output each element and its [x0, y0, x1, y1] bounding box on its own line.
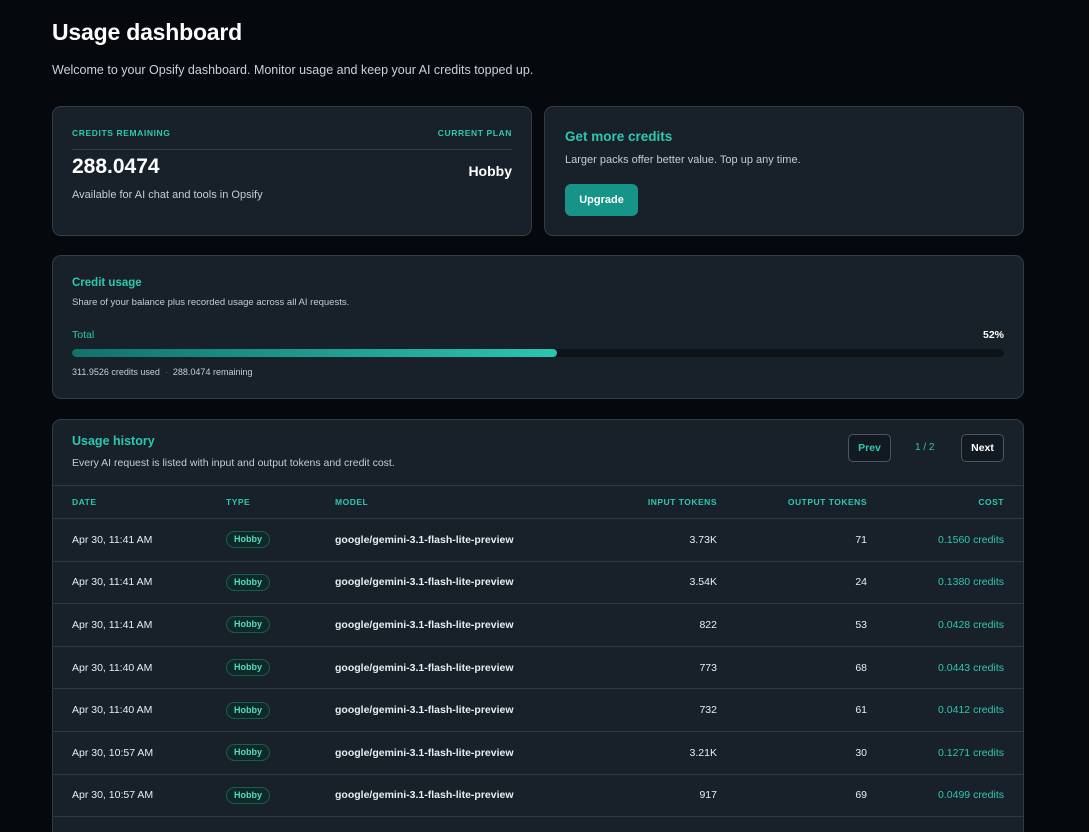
row-cost: 0.0412 credits	[867, 688, 1023, 732]
row-date: Apr 30, 11:40 AM	[53, 688, 226, 732]
upgrade-button[interactable]: Upgrade	[565, 184, 638, 216]
row-model: google/gemini-3.1-flash-lite-preview	[335, 774, 565, 818]
column-header-input-tokens: INPUT TOKENS	[565, 485, 717, 519]
row-output-tokens: 68	[717, 646, 867, 690]
row-type: Hobby	[226, 561, 335, 605]
usage-history-description: Every AI request is listed with input an…	[72, 457, 395, 469]
page-subtitle: Welcome to your Opsify dashboard. Monito…	[52, 63, 534, 77]
usage-progress-fill	[72, 349, 557, 357]
usage-history-title: Usage history	[72, 434, 155, 448]
table-body: Apr 30, 11:41 AM Hobby google/gemini-3.1-f…	[53, 518, 1023, 818]
row-output-tokens: 30	[717, 731, 867, 775]
usage-history-table: DATE TYPE MODEL INPUT TOKENS OUTPUT TOKE…	[53, 485, 1023, 818]
row-output-tokens: 61	[717, 688, 867, 732]
row-model: google/gemini-3.1-flash-lite-preview	[335, 561, 565, 605]
row-type: Hobby	[226, 603, 335, 647]
row-model: google/gemini-3.1-flash-lite-preview	[335, 518, 565, 562]
row-input-tokens: 3.21K	[565, 731, 717, 775]
row-output-tokens: 71	[717, 518, 867, 562]
plan-badge: Hobby	[226, 616, 270, 634]
card-divider	[72, 149, 512, 150]
row-date: Apr 30, 11:41 AM	[53, 603, 226, 647]
plan-badge: Hobby	[226, 659, 270, 677]
row-cost: 0.0499 credits	[867, 774, 1023, 818]
credits-remaining-card: CREDITS REMAINING CURRENT PLAN 288.0474 …	[52, 106, 532, 236]
row-type: Hobby	[226, 731, 335, 775]
credit-usage-description: Share of your balance plus recorded usag…	[72, 297, 350, 308]
plan-badge: Hobby	[226, 786, 270, 804]
table-row: Apr 30, 11:40 AM Hobby google/gemini-3.1-f…	[53, 646, 1023, 690]
prev-page-button[interactable]: Prev	[848, 434, 891, 462]
row-model: google/gemini-3.1-flash-lite-preview	[335, 688, 565, 732]
table-row: Apr 30, 11:41 AM Hobby google/gemini-3.1-f…	[53, 518, 1023, 562]
get-more-credits-title: Get more credits	[565, 129, 673, 144]
get-more-credits-card: Get more credits Larger packs offer bett…	[544, 106, 1024, 236]
usage-stats: 311.9526 credits used · 288.0474 remaining	[72, 367, 252, 377]
usage-history-card: Usage history Every AI request is listed…	[52, 419, 1024, 832]
row-model: google/gemini-3.1-flash-lite-preview	[335, 731, 565, 775]
stats-separator: ·	[164, 367, 168, 377]
credit-usage-card: Credit usage Share of your balance plus …	[52, 255, 1024, 399]
usage-total-label: Total	[72, 329, 95, 341]
plan-badge: Hobby	[226, 701, 270, 719]
row-cost: 0.0443 credits	[867, 646, 1023, 690]
credits-remaining-text: 288.0474 remaining	[172, 367, 253, 377]
row-date: Apr 30, 11:41 AM	[53, 518, 226, 562]
column-header-cost: COST	[867, 485, 1023, 519]
row-output-tokens: 69	[717, 774, 867, 818]
row-output-tokens: 53	[717, 603, 867, 647]
row-input-tokens: 773	[565, 646, 717, 690]
row-cost: 0.1380 credits	[867, 561, 1023, 605]
row-type: Hobby	[226, 688, 335, 732]
row-model: google/gemini-3.1-flash-lite-preview	[335, 646, 565, 690]
table-header-row: DATE TYPE MODEL INPUT TOKENS OUTPUT TOKE…	[53, 485, 1023, 519]
plan-badge: Hobby	[226, 531, 270, 549]
row-input-tokens: 822	[565, 603, 717, 647]
current-plan-label: CURRENT PLAN	[437, 128, 512, 138]
row-type: Hobby	[226, 646, 335, 690]
row-cost: 0.0428 credits	[867, 603, 1023, 647]
row-cost: 0.1271 credits	[867, 731, 1023, 775]
table-row: Apr 30, 11:40 AM Hobby google/gemini-3.1-f…	[53, 688, 1023, 732]
row-date: Apr 30, 11:40 AM	[53, 646, 226, 690]
credit-usage-title: Credit usage	[72, 277, 142, 289]
column-header-output-tokens: OUTPUT TOKENS	[717, 485, 867, 519]
table-row: Apr 30, 10:57 AM Hobby google/gemini-3.1-f…	[53, 774, 1023, 818]
page-title: Usage dashboard	[52, 19, 242, 45]
table-row: Apr 30, 11:41 AM Hobby google/gemini-3.1-f…	[53, 561, 1023, 605]
column-header-date: DATE	[53, 485, 226, 519]
row-date: Apr 30, 10:57 AM	[53, 731, 226, 775]
credits-remaining-value: 288.0474	[72, 155, 160, 178]
credits-used-text: 311.9526 credits used	[72, 367, 160, 377]
row-model: google/gemini-3.1-flash-lite-preview	[335, 603, 565, 647]
usage-percent: 52%	[982, 329, 1004, 341]
credits-remaining-label: CREDITS REMAINING	[72, 128, 171, 138]
table-row: Apr 30, 11:41 AM Hobby google/gemini-3.1-f…	[53, 603, 1023, 647]
row-output-tokens: 24	[717, 561, 867, 605]
usage-progress-bar	[72, 349, 1004, 357]
row-input-tokens: 917	[565, 774, 717, 818]
row-cost: 0.1560 credits	[867, 518, 1023, 562]
row-date: Apr 30, 11:41 AM	[53, 561, 226, 605]
current-plan-value: Hobby	[468, 163, 512, 179]
next-page-button[interactable]: Next	[961, 434, 1004, 462]
plan-badge: Hobby	[226, 744, 270, 762]
row-type: Hobby	[226, 774, 335, 818]
column-header-model: MODEL	[335, 485, 565, 519]
table-row: Apr 30, 10:57 AM Hobby google/gemini-3.1-f…	[53, 731, 1023, 775]
page-indicator: 1 / 2	[915, 442, 935, 453]
row-input-tokens: 3.54K	[565, 561, 717, 605]
row-type: Hobby	[226, 518, 335, 562]
row-input-tokens: 732	[565, 688, 717, 732]
column-header-type: TYPE	[226, 485, 335, 519]
row-date: Apr 30, 10:57 AM	[53, 774, 226, 818]
row-input-tokens: 3.73K	[565, 518, 717, 562]
credits-description: Available for AI chat and tools in Opsif…	[72, 189, 263, 201]
plan-badge: Hobby	[226, 573, 270, 591]
get-more-credits-description: Larger packs offer better value. Top up …	[565, 154, 801, 166]
